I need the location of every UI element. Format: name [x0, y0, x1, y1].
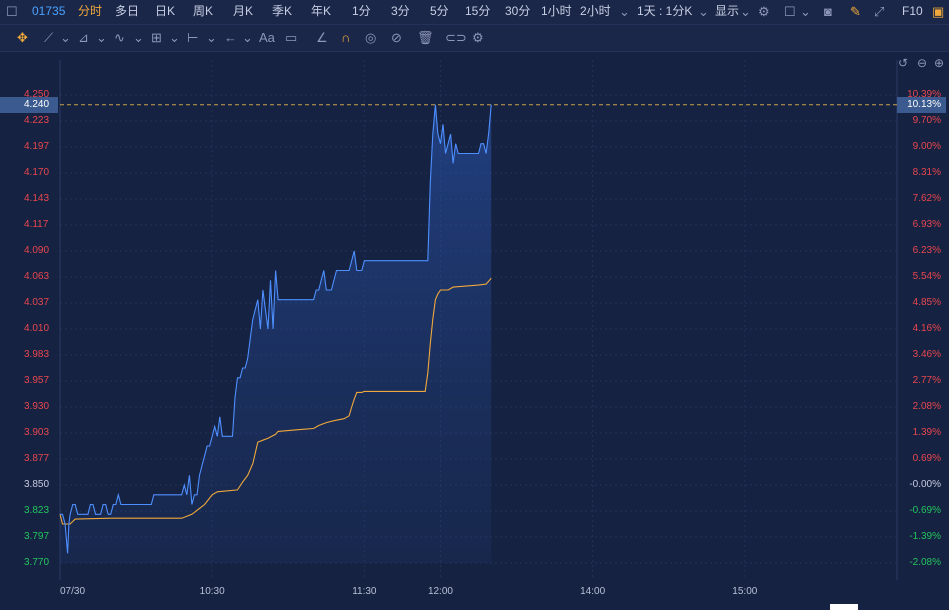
scrollbar-thumb[interactable]	[830, 604, 858, 610]
y-tick-price: 3.770	[24, 557, 50, 568]
intraday-chart[interactable]	[0, 0, 949, 610]
y-tick-price: 3.983	[24, 349, 50, 360]
y-tick-price: 4.010	[24, 323, 50, 334]
x-tick-time: 15:00	[732, 586, 758, 597]
y-tick-price: 4.197	[24, 141, 50, 152]
y-tick-price: 4.090	[24, 245, 50, 256]
y-tick-price: 3.877	[24, 453, 50, 464]
undo-icon[interactable]: ↺	[898, 56, 908, 70]
y-tick-percent: 7.62%	[912, 193, 941, 204]
x-tick-time: 07/30	[60, 586, 86, 597]
y-tick-price: 4.250	[24, 89, 50, 100]
y-tick-price: 3.930	[24, 401, 50, 412]
y-tick-percent: 9.70%	[912, 115, 941, 126]
y-tick-percent: 5.54%	[912, 271, 941, 282]
y-tick-price: 4.037	[24, 297, 50, 308]
y-tick-percent: 8.31%	[912, 167, 941, 178]
y-tick-percent: -0.69%	[909, 505, 941, 516]
x-tick-time: 14:00	[580, 586, 606, 597]
y-tick-percent: -2.08%	[909, 557, 941, 568]
x-tick-time: 10:30	[199, 586, 225, 597]
zoom-out-icon[interactable]: ⊖	[917, 56, 927, 70]
y-tick-percent: 0.69%	[912, 453, 941, 464]
y-tick-percent: 9.00%	[912, 141, 941, 152]
y-tick-percent: -1.39%	[909, 531, 941, 542]
x-tick-time: 11:30	[352, 586, 377, 597]
y-tick-percent: 6.93%	[912, 219, 941, 230]
y-tick-percent: -0.00%	[909, 479, 941, 490]
y-tick-percent: 4.85%	[912, 297, 941, 308]
y-tick-percent: 3.46%	[912, 349, 941, 360]
y-tick-percent: 10.39%	[907, 89, 941, 100]
y-tick-price: 3.850	[24, 479, 50, 490]
y-tick-price: 4.223	[24, 115, 50, 126]
y-tick-percent: 2.77%	[912, 375, 941, 386]
y-tick-percent: 4.16%	[912, 323, 941, 334]
y-tick-price: 4.117	[24, 219, 49, 230]
y-tick-percent: 1.39%	[912, 427, 941, 438]
y-tick-price: 4.063	[24, 271, 50, 282]
x-tick-time: 12:00	[427, 586, 453, 597]
y-tick-price: 4.170	[24, 167, 50, 178]
y-tick-price: 3.957	[24, 375, 50, 386]
y-tick-price: 4.143	[24, 193, 50, 204]
y-tick-percent: 2.08%	[912, 401, 941, 412]
zoom-in-icon[interactable]: ⊕	[934, 56, 944, 70]
y-tick-price: 3.823	[24, 505, 50, 516]
y-tick-price: 3.903	[24, 427, 50, 438]
y-tick-percent: 6.23%	[912, 245, 941, 256]
y-tick-price: 3.797	[24, 531, 50, 542]
